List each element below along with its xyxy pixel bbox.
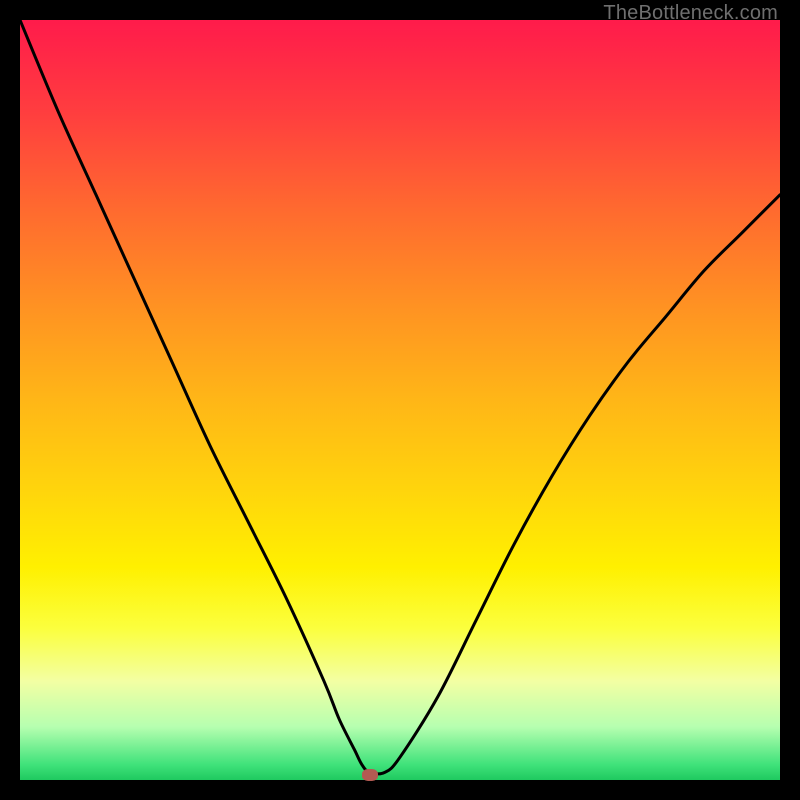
minimum-marker (362, 769, 378, 781)
chart-frame: TheBottleneck.com (0, 0, 800, 800)
plot-area (20, 20, 780, 780)
bottleneck-curve (20, 20, 780, 780)
